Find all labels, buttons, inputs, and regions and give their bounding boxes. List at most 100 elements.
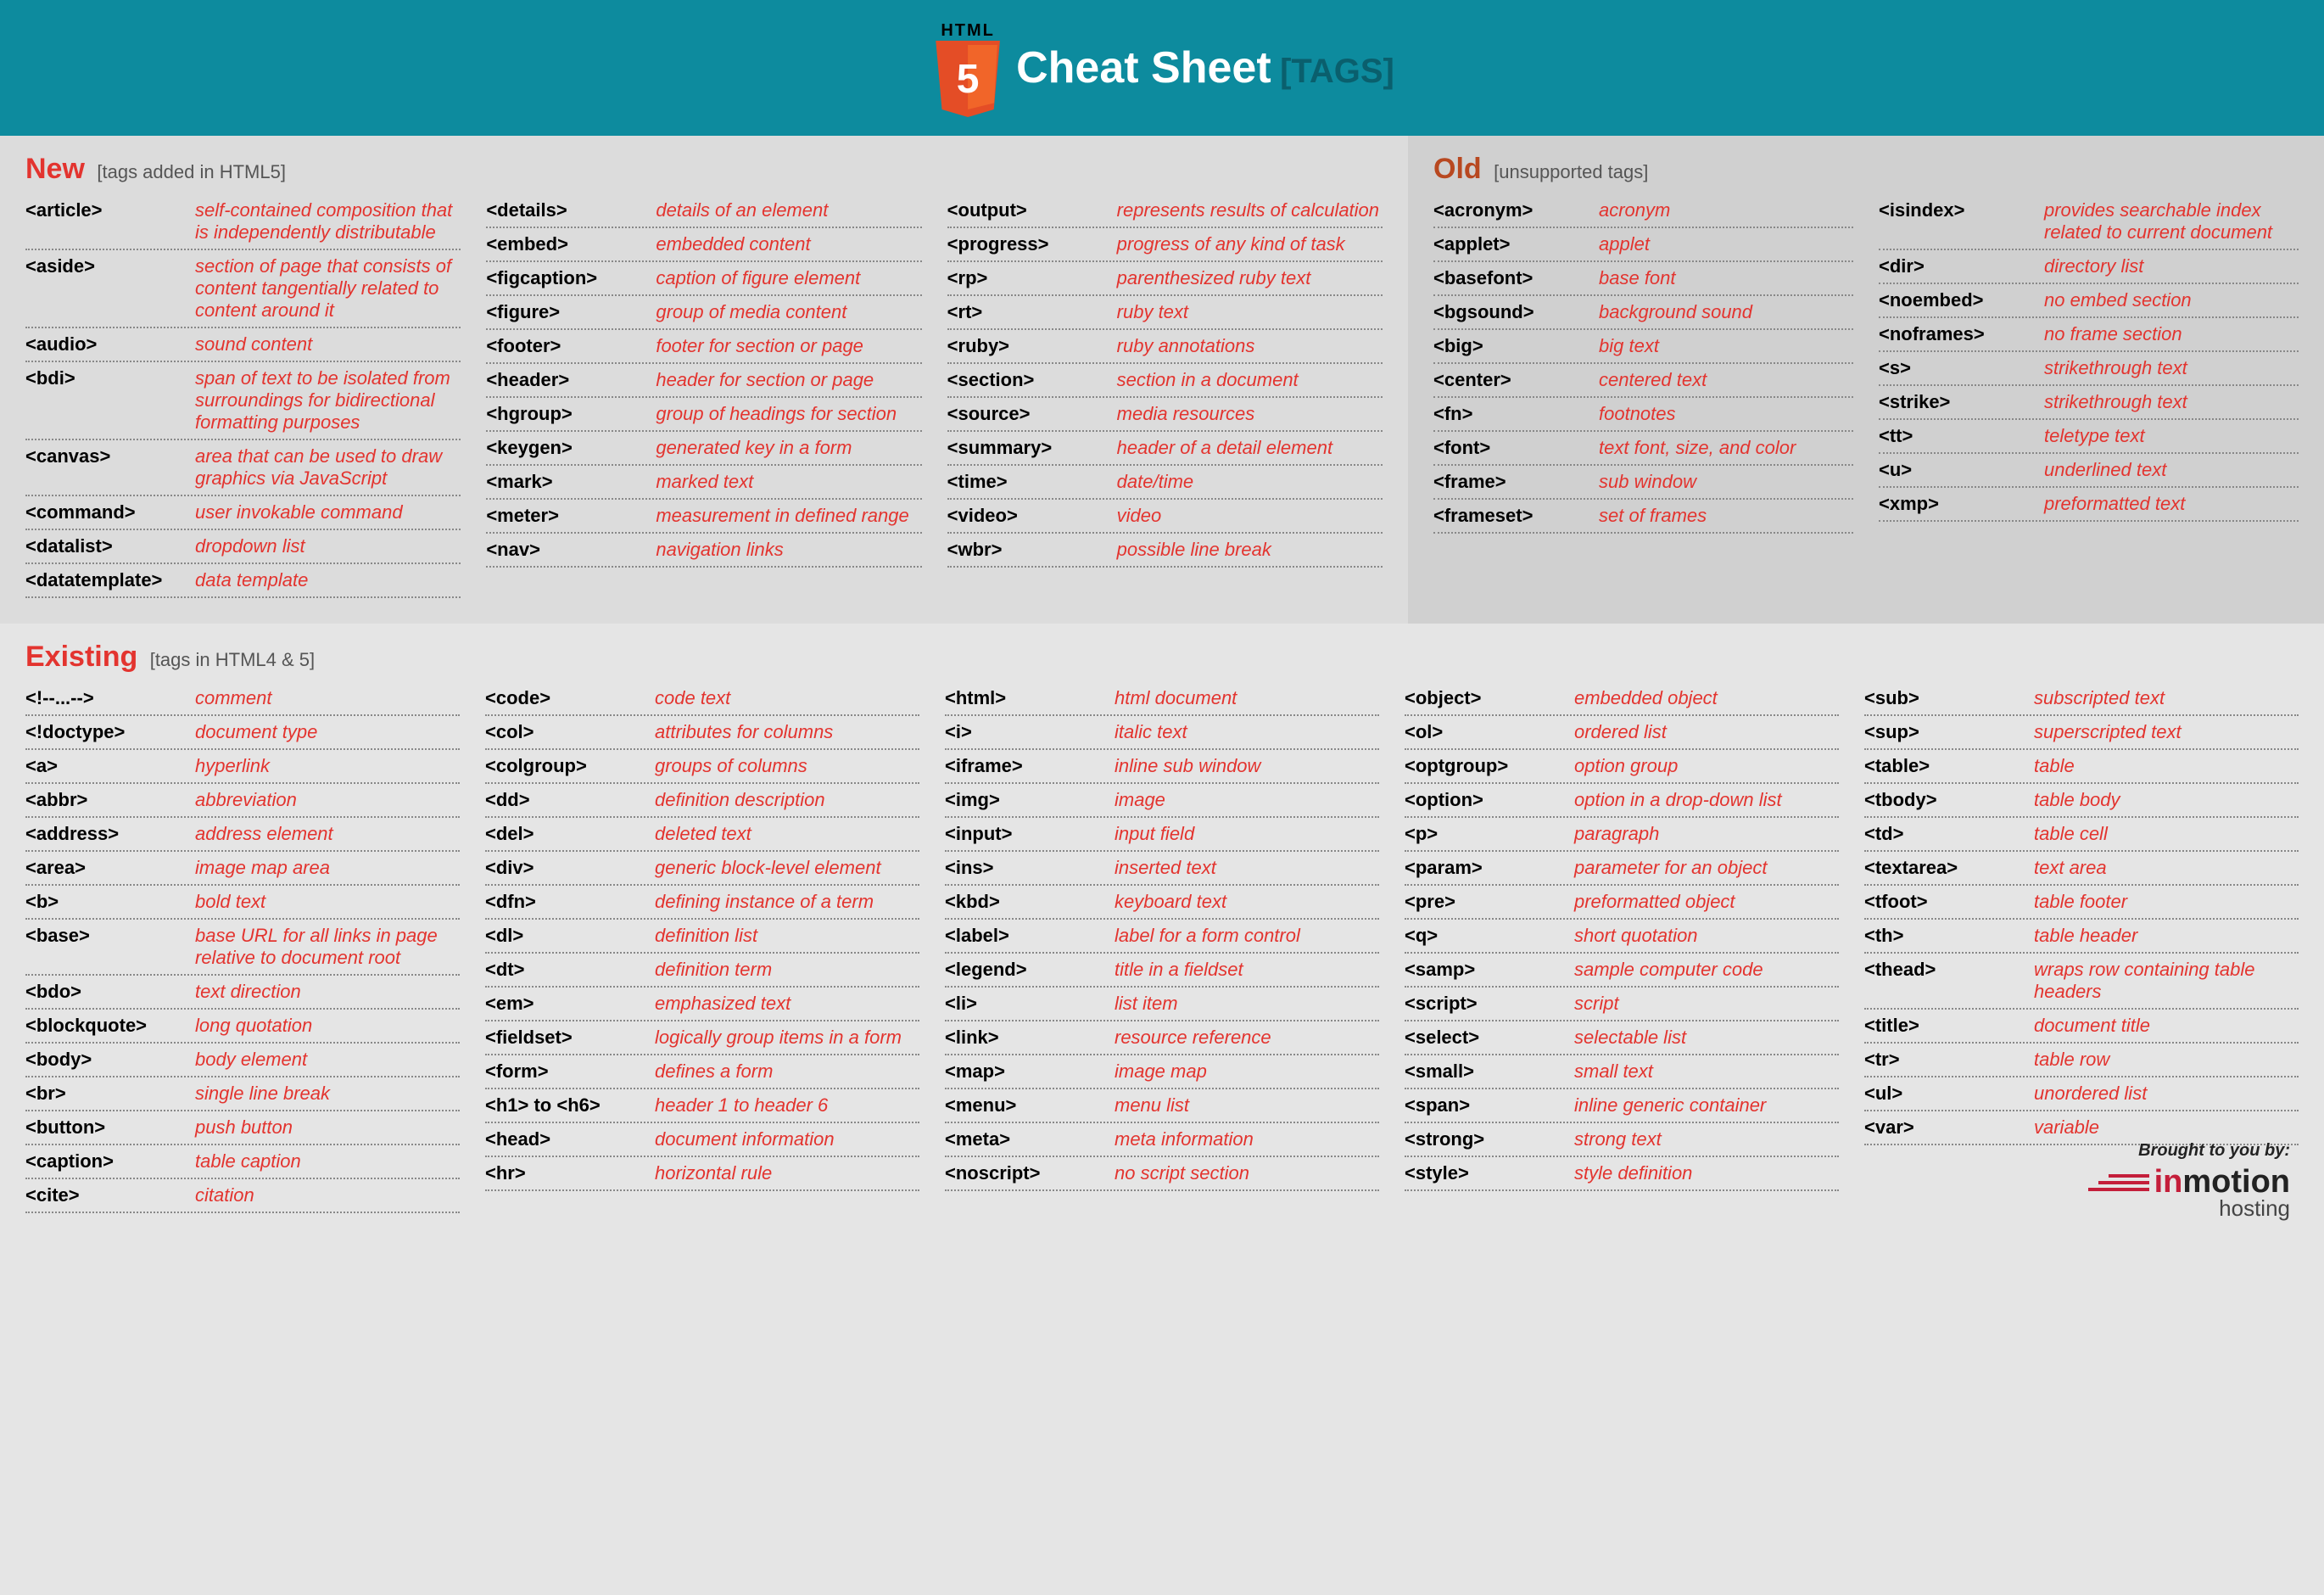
tag-row: <xmp>preformatted text [1879, 488, 2299, 522]
tag-name: <abbr> [25, 789, 195, 811]
tag-description: definition description [655, 789, 919, 811]
tag-description: table header [2034, 925, 2299, 947]
column: <object>embedded object<ol>ordered list<… [1405, 682, 1839, 1213]
tag-name: <meta> [945, 1128, 1115, 1150]
tag-name: <s> [1879, 357, 2044, 379]
tag-name: <details> [486, 199, 656, 221]
badge-shield-icon: 5 [930, 41, 1006, 117]
tag-row: <tr>table row [1864, 1044, 2299, 1077]
header-title: Cheat Sheet [TAGS] [1016, 42, 1394, 93]
tag-name: <output> [947, 199, 1117, 221]
new-columns: <article>self-contained composition that… [25, 194, 1383, 598]
tag-row: <form>defines a form [485, 1055, 919, 1089]
tag-description: group of media content [656, 301, 921, 323]
section-new-subtitle: [tags added in HTML5] [97, 161, 286, 182]
tag-name: <br> [25, 1083, 195, 1105]
tag-name: <font> [1433, 437, 1599, 459]
tag-row: <mark>marked text [486, 466, 921, 500]
brand-motion: motion [2182, 1164, 2290, 1200]
tag-description: generated key in a form [656, 437, 921, 459]
tag-description: table [2034, 755, 2299, 777]
tag-description: short quotation [1574, 925, 1839, 947]
tag-description: no embed section [2044, 289, 2299, 311]
tag-description: horizontal rule [655, 1162, 919, 1184]
tag-name: <nav> [486, 539, 656, 561]
tag-description: strong text [1574, 1128, 1839, 1150]
tag-name: <link> [945, 1027, 1115, 1049]
tag-row: <!--...-->comment [25, 682, 460, 716]
tag-description: list item [1115, 993, 1379, 1015]
column: <!--...-->comment<!doctype>document type… [25, 682, 460, 1213]
tag-name: <datatemplate> [25, 569, 195, 591]
tag-name: <kbd> [945, 891, 1115, 913]
tag-row: <basefont>base font [1433, 262, 1853, 296]
tag-row: <ins>inserted text [945, 852, 1379, 886]
tag-name: <source> [947, 403, 1117, 425]
tag-name: <html> [945, 687, 1115, 709]
tag-description: big text [1599, 335, 1853, 357]
tag-description: strikethrough text [2044, 357, 2299, 379]
tag-description: represents results of calculation [1117, 199, 1383, 221]
tag-row: <s>strikethrough text [1879, 352, 2299, 386]
section-old-title: Old [1433, 153, 1482, 185]
old-columns: <acronym>acronym<applet>applet<basefont>… [1433, 194, 2299, 534]
tag-description: logically group items in a form [655, 1027, 919, 1049]
tag-row: <time>date/time [947, 466, 1383, 500]
tag-name: <fn> [1433, 403, 1599, 425]
header-subtitle: [TAGS] [1280, 53, 1394, 90]
tag-name: <colgroup> [485, 755, 655, 777]
tag-row: <keygen>generated key in a form [486, 432, 921, 466]
tag-description: ruby annotations [1117, 335, 1383, 357]
tag-row: <caption>table caption [25, 1145, 460, 1179]
tag-name: <p> [1405, 823, 1574, 845]
brought-text: Brought to you by: [2088, 1141, 2290, 1161]
tag-description: possible line break [1117, 539, 1383, 561]
tag-row: <strong>strong text [1405, 1123, 1839, 1157]
badge-html-text: HTML [930, 21, 1006, 41]
tag-name: <dfn> [485, 891, 655, 913]
tag-description: acronym [1599, 199, 1853, 221]
tag-description: preformatted object [1574, 891, 1839, 913]
tag-name: <textarea> [1864, 857, 2034, 879]
section-existing-title: Existing [25, 641, 137, 673]
tag-row: <td>table cell [1864, 818, 2299, 852]
tag-row: <font>text font, size, and color [1433, 432, 1853, 466]
tag-row: <blockquote>long quotation [25, 1010, 460, 1044]
tag-description: section of page that consists of content… [195, 255, 461, 322]
tag-row: <b>bold text [25, 886, 460, 920]
tag-row: <samp>sample computer code [1405, 954, 1839, 988]
tag-description: abbreviation [195, 789, 460, 811]
tag-row: <u>underlined text [1879, 454, 2299, 488]
tag-row: <wbr>possible line break [947, 534, 1383, 568]
tag-description: sample computer code [1574, 959, 1839, 981]
tag-name: <ul> [1864, 1083, 2034, 1105]
tag-row: <a>hyperlink [25, 750, 460, 784]
tag-name: <keygen> [486, 437, 656, 459]
tag-name: <tbody> [1864, 789, 2034, 811]
tag-name: <optgroup> [1405, 755, 1574, 777]
tag-row: <center>centered text [1433, 364, 1853, 398]
tag-row: <hgroup>group of headings for section [486, 398, 921, 432]
tag-description: data template [195, 569, 461, 591]
tag-row: <img>image [945, 784, 1379, 818]
tag-description: provides searchable index related to cur… [2044, 199, 2299, 243]
tag-description: progress of any kind of task [1117, 233, 1383, 255]
tag-row: <fn>footnotes [1433, 398, 1853, 432]
section-old: Old [unsupported tags] <acronym>acronym<… [1408, 136, 2324, 624]
tag-row: <iframe>inline sub window [945, 750, 1379, 784]
tag-name: <!--...--> [25, 687, 195, 709]
tag-row: <i>italic text [945, 716, 1379, 750]
tag-name: <progress> [947, 233, 1117, 255]
tag-row: <!doctype>document type [25, 716, 460, 750]
tag-row: <button>push button [25, 1111, 460, 1145]
tag-description: no script section [1115, 1162, 1379, 1184]
tag-description: defining instance of a term [655, 891, 919, 913]
tag-name: <frameset> [1433, 505, 1599, 527]
tag-description: navigation links [656, 539, 921, 561]
tag-description: self-contained composition that is indep… [195, 199, 461, 243]
tag-row: <dd>definition description [485, 784, 919, 818]
section-existing-subtitle: [tags in HTML4 & 5] [150, 649, 315, 670]
tag-name: <noembed> [1879, 289, 2044, 311]
tag-name: <noscript> [945, 1162, 1115, 1184]
tag-row: <kbd>keyboard text [945, 886, 1379, 920]
